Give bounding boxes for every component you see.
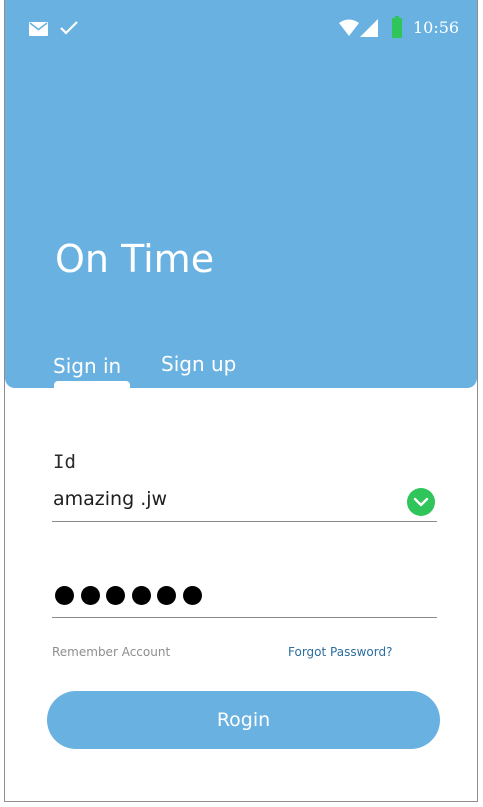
battery-icon bbox=[392, 16, 402, 38]
app-title: On Time bbox=[55, 237, 215, 281]
status-time: 10:56 bbox=[413, 18, 460, 37]
tab-sign-up[interactable]: Sign up bbox=[161, 349, 236, 379]
password-dot bbox=[157, 586, 176, 605]
remember-account-option[interactable]: Remember Account bbox=[52, 643, 170, 661]
forgot-password-link[interactable]: Forgot Password? bbox=[288, 643, 392, 661]
mail-icon bbox=[29, 21, 48, 36]
signal-icon bbox=[360, 19, 378, 37]
password-dot bbox=[55, 586, 74, 605]
wifi-icon bbox=[339, 19, 359, 37]
app-screen: 10:56 On Time Sign in Sign up Id Remembe… bbox=[4, 0, 478, 802]
status-bar: 10:56 bbox=[5, 0, 477, 56]
password-dot bbox=[182, 586, 202, 605]
id-field-label: Id bbox=[53, 451, 76, 473]
header-panel: 10:56 On Time Sign in Sign up bbox=[5, 0, 477, 388]
password-input[interactable] bbox=[52, 572, 437, 618]
tab-sign-in[interactable]: Sign in bbox=[53, 351, 121, 381]
password-dot bbox=[131, 586, 151, 605]
id-input[interactable] bbox=[52, 482, 437, 522]
check-icon bbox=[59, 19, 79, 37]
tab-selected-indicator bbox=[54, 381, 130, 388]
password-dot bbox=[106, 586, 125, 605]
login-button[interactable]: Rogin bbox=[47, 691, 440, 749]
password-dot bbox=[80, 586, 100, 605]
check-circle-icon bbox=[406, 487, 436, 517]
